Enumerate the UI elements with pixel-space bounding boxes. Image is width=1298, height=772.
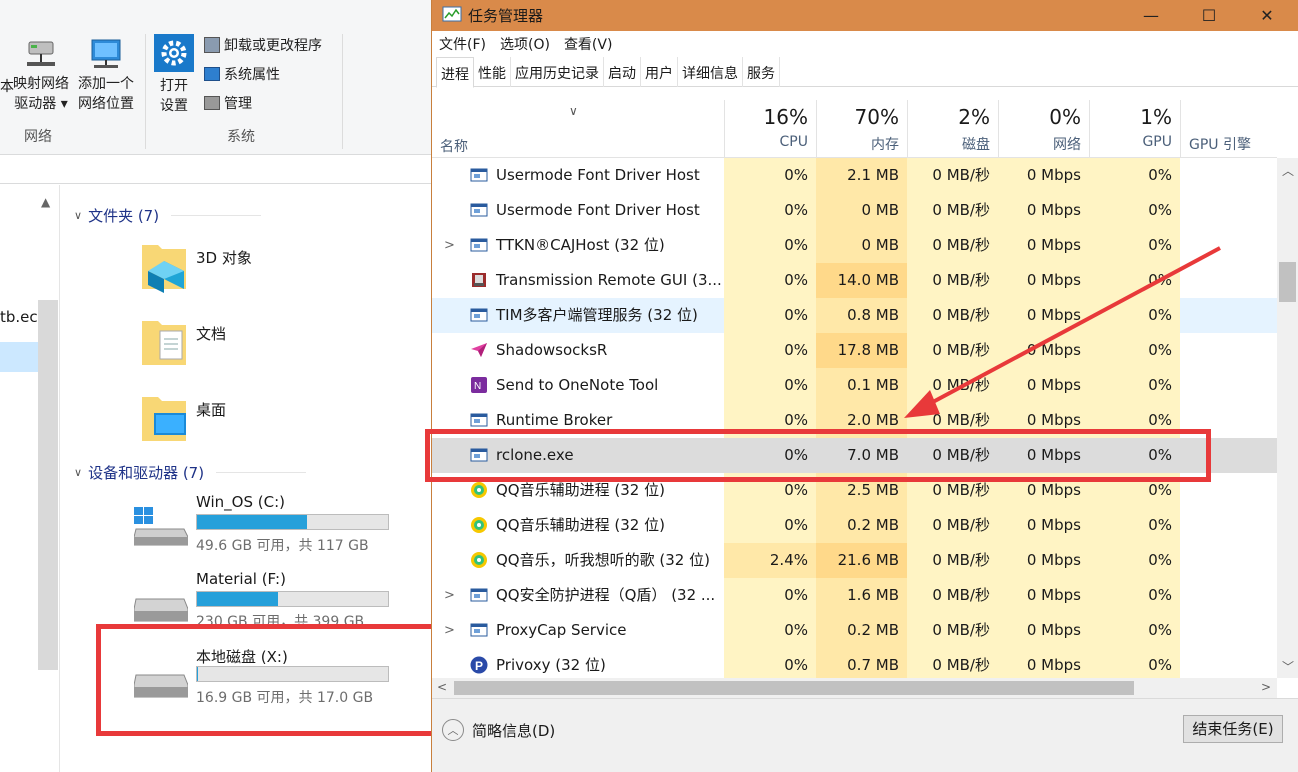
annotation-arrow-head — [904, 390, 940, 418]
annotation-arrow — [904, 246, 1221, 418]
annotation-arrow-shaft — [917, 246, 1221, 412]
